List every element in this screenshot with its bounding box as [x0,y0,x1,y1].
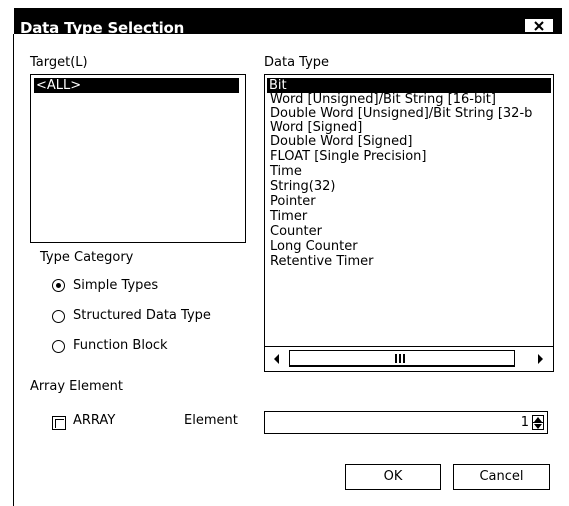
scrollbar-thumb[interactable] [289,350,515,367]
data-type-item[interactable]: Time [268,164,302,179]
array-checkbox[interactable] [52,416,66,430]
checkbox-bevel [55,419,64,428]
data-type-item[interactable]: String(32) [268,179,335,194]
data-type-item[interactable]: Double Word [Unsigned]/Bit String [32-b [268,106,532,121]
ok-button[interactable]: OK [345,464,441,490]
arrow-right-icon[interactable] [536,353,544,365]
arrow-left-icon[interactable] [273,353,281,365]
element-value[interactable]: 1 [521,415,529,431]
radio-selected-dot [56,283,61,288]
window-title: Data Type Selection [20,19,185,34]
element-spinbox[interactable]: 1 [264,411,548,434]
radio-structured-data-type-label[interactable]: Structured Data Type [73,308,211,324]
data-type-item[interactable]: Retentive Timer [268,254,373,269]
close-button[interactable] [524,18,554,33]
data-type-item[interactable]: Double Word [Signed] [268,134,413,149]
data-type-item[interactable]: Word [Signed] [268,120,362,135]
data-type-item[interactable]: Pointer [268,194,316,209]
data-type-item[interactable]: Counter [268,224,322,239]
spin-down-icon[interactable] [534,424,542,429]
target-label: Target(L) [30,55,88,70]
element-label: Element [184,413,238,428]
thumb-shadow [289,365,515,367]
spin-divider [533,422,543,423]
radio-structured-data-type[interactable] [52,310,65,323]
element-spin-buttons[interactable] [532,415,544,430]
radio-simple-types[interactable] [52,279,65,292]
data-type-item[interactable]: Bit [267,78,551,93]
cancel-button[interactable]: Cancel [453,464,550,490]
horizontal-scrollbar[interactable] [265,346,553,371]
data-type-item[interactable]: Long Counter [268,239,358,254]
radio-function-block-label[interactable]: Function Block [73,338,168,354]
array-element-label: Array Element [30,379,123,394]
data-type-label: Data Type [264,55,330,70]
radio-simple-types-label[interactable]: Simple Types [73,278,158,294]
target-listbox[interactable]: <ALL> [30,74,246,243]
data-type-listbox[interactable]: Bit Word [Unsigned]/Bit String [16-bit] … [264,74,554,372]
grip-icon [395,354,405,363]
window-left-border [13,34,14,506]
close-icon [534,21,544,31]
target-item-all[interactable]: <ALL> [34,78,239,93]
radio-function-block[interactable] [52,340,65,353]
type-category-label: Type Category [40,250,134,265]
data-type-item[interactable]: FLOAT [Single Precision] [268,149,426,164]
data-type-item[interactable]: Word [Unsigned]/Bit String [16-bit] [268,92,496,107]
title-bar[interactable]: Data Type Selection [14,8,562,34]
array-checkbox-label[interactable]: ARRAY [73,413,115,429]
data-type-item[interactable]: Timer [268,209,307,224]
